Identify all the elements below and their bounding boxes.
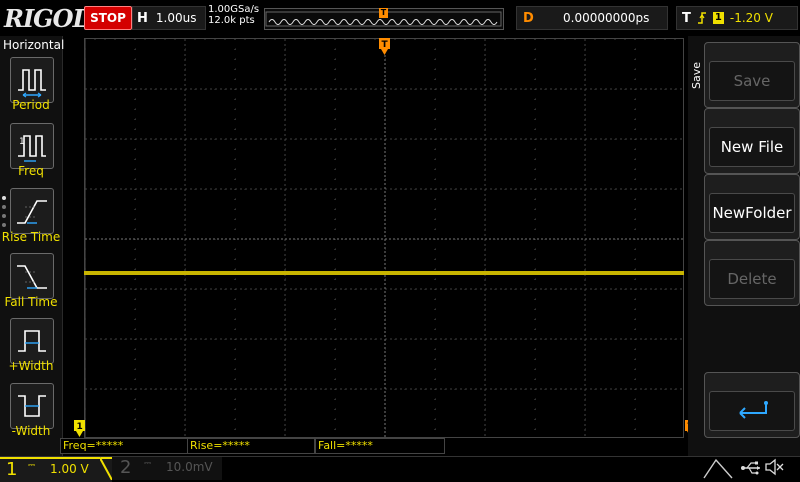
rise-time-label: Rise Time — [1, 230, 61, 244]
page-dot — [2, 214, 6, 218]
trigger-settings[interactable]: T 1 -1.20 V — [676, 6, 798, 30]
left-menu-title: Horizontal — [3, 38, 65, 52]
channel-1-status[interactable]: 1 ⎓ 1.00 V — [0, 457, 112, 482]
ch1-scale: 1.00 V — [50, 462, 89, 476]
ch1-waveform-trace — [84, 271, 684, 275]
delete-button[interactable]: Delete — [704, 240, 800, 306]
fall-time-icon — [17, 265, 47, 289]
horizontal-timebase[interactable]: H 1.00us — [132, 6, 206, 30]
return-button[interactable] — [704, 372, 800, 438]
fall-time-button[interactable] — [10, 253, 54, 299]
sample-rate: 1.00GSa/s — [208, 4, 260, 15]
brand-logo: RIGOL — [4, 4, 89, 33]
ch1-ground-marker-icon[interactable]: 1 — [74, 420, 85, 438]
trigger-position-arrow-icon[interactable]: T — [379, 38, 390, 56]
ch1-ground-label: 1 — [77, 422, 83, 432]
rise-time-icon — [17, 200, 47, 224]
trigger-tag: T — [682, 10, 691, 26]
dc-coupling-icon: ⎓ — [144, 459, 152, 469]
period-icon — [18, 69, 46, 98]
negative-width-icon — [18, 395, 46, 417]
memory-overview-strip: T — [264, 8, 504, 30]
delay-value: 0.00000000ps — [563, 11, 650, 25]
horizontal-delay[interactable]: D 0.00000000ps — [516, 6, 668, 30]
trigger-level: -1.20 V — [729, 11, 773, 25]
frequency-label: Freq — [18, 164, 44, 178]
positive-width-label: +Width — [8, 359, 54, 373]
positive-width-button[interactable] — [10, 318, 54, 364]
positive-width-icon — [18, 330, 46, 352]
trigger-position-marker: T — [379, 8, 388, 18]
memory-depth: 12.0k pts — [208, 15, 255, 26]
new-file-label: New File — [709, 127, 795, 167]
acquisition-info: 1.00GSa/s 12.0k pts — [208, 4, 259, 26]
svg-text:1: 1 — [19, 137, 25, 147]
period-button[interactable] — [10, 57, 54, 103]
measurement-rise[interactable]: Rise=***** — [187, 438, 315, 454]
page-dot — [2, 223, 6, 227]
right-menu-title: Save — [690, 62, 703, 90]
save-label: Save — [709, 61, 795, 101]
measurement-fall[interactable]: Fall=***** — [315, 438, 445, 454]
usb-icon — [741, 461, 760, 475]
rising-edge-icon — [697, 12, 706, 24]
return-key-face — [709, 391, 795, 431]
waveform-grid[interactable] — [84, 38, 684, 438]
svg-text:T: T — [382, 40, 389, 50]
timebase-tag: H — [137, 10, 148, 26]
frequency-icon: 1 — [18, 135, 46, 162]
negative-width-label: -Width — [11, 424, 51, 438]
delay-tag: D — [523, 10, 534, 26]
waveform-shape-icon — [703, 458, 733, 479]
period-label: Period — [12, 98, 50, 112]
measurement-frequency[interactable]: Freq=***** — [60, 438, 188, 454]
negative-width-button[interactable] — [10, 383, 54, 429]
ch1-number: 1 — [6, 459, 18, 480]
return-arrow-icon — [739, 401, 768, 419]
dc-coupling-icon: ⎓ — [28, 461, 36, 471]
timebase-value: 1.00us — [155, 11, 197, 25]
speaker-muted-icon[interactable] — [764, 457, 786, 477]
new-folder-button[interactable]: NewFolder — [704, 174, 800, 240]
trigger-source-badge: 1 — [712, 12, 724, 24]
frequency-button[interactable]: 1 — [10, 123, 54, 169]
page-dot — [2, 205, 6, 209]
delete-label: Delete — [709, 259, 795, 299]
page-indicator — [2, 196, 8, 232]
new-folder-label: NewFolder — [709, 193, 795, 233]
ch2-scale: 10.0mV — [166, 460, 213, 474]
run-stop-status[interactable]: STOP — [84, 6, 132, 30]
ch2-number: 2 — [120, 457, 132, 478]
page-dot-active — [2, 196, 6, 200]
new-file-button[interactable]: New File — [704, 108, 800, 174]
save-button[interactable]: Save — [704, 42, 800, 108]
channel-2-status[interactable]: 2 ⎓ 10.0mV — [112, 457, 222, 480]
rise-time-button[interactable] — [10, 188, 54, 234]
fall-time-label: Fall Time — [4, 295, 58, 309]
